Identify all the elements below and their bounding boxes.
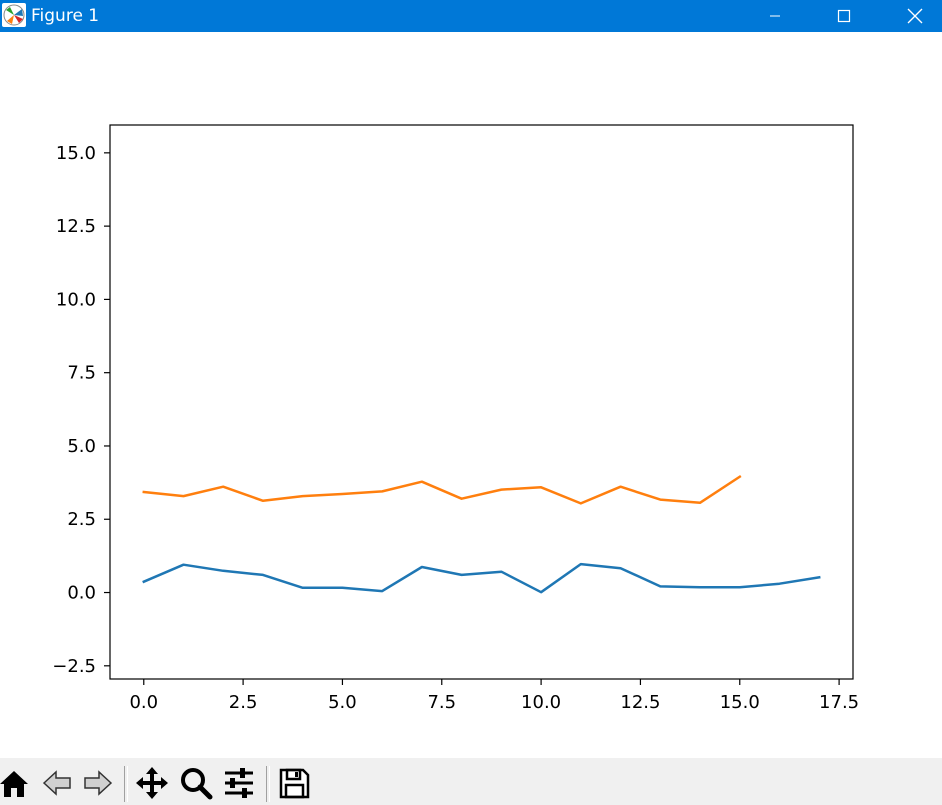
back-button[interactable] xyxy=(37,763,77,803)
y-tick-label: 10.0 xyxy=(56,289,96,310)
matplotlib-figure-icon xyxy=(2,3,26,27)
y-tick-label: 15.0 xyxy=(56,143,96,164)
figure-canvas[interactable]: 0.0 2.5 5.0 7.5 10.0 12.5 15.0 17.5 −2.5 0.0 2.5 5.… xyxy=(0,38,942,758)
sliders-icon xyxy=(225,768,253,798)
window-title: Figure 1 xyxy=(31,6,100,26)
series-line-1 xyxy=(142,474,742,505)
move-icon xyxy=(136,767,168,799)
maximize-button[interactable] xyxy=(821,0,867,32)
maximize-icon xyxy=(837,9,851,23)
x-tick-label: 12.5 xyxy=(620,692,660,713)
toolbar-separator xyxy=(124,766,128,802)
close-icon xyxy=(907,8,923,24)
x-tick-label: 17.5 xyxy=(819,692,859,713)
x-tick-label: 0.0 xyxy=(129,692,158,713)
y-tick-label: 7.5 xyxy=(67,363,96,384)
x-tick-label: 2.5 xyxy=(229,692,258,713)
back-arrow-icon xyxy=(42,770,71,796)
x-tick-label: 7.5 xyxy=(427,692,456,713)
x-tick-label: 15.0 xyxy=(720,692,760,713)
toolbar-separator xyxy=(266,766,270,802)
line-chart: 0.0 2.5 5.0 7.5 10.0 12.5 15.0 17.5 −2.5 0.0 2.5 5.… xyxy=(52,124,859,713)
axes-frame xyxy=(109,124,854,680)
zoom-icon xyxy=(181,768,213,800)
home-button[interactable] xyxy=(0,763,34,803)
y-tick-label: 0.0 xyxy=(67,583,96,604)
x-tick-label: 5.0 xyxy=(328,692,357,713)
zoom-button[interactable] xyxy=(176,763,216,803)
save-icon xyxy=(279,768,310,799)
series-line-0 xyxy=(142,562,821,594)
window-titlebar: Figure 1 xyxy=(0,0,942,32)
y-tick-label: 2.5 xyxy=(67,509,96,530)
home-icon xyxy=(0,771,28,797)
save-button[interactable] xyxy=(274,763,314,803)
y-tick-label: 5.0 xyxy=(67,436,96,457)
y-tick-label: −2.5 xyxy=(52,656,96,677)
y-tick-label: 12.5 xyxy=(56,216,96,237)
minimize-button[interactable] xyxy=(752,0,798,32)
navigation-toolbar xyxy=(0,758,942,805)
forward-arrow-icon xyxy=(84,770,113,796)
pan-button[interactable] xyxy=(132,763,172,803)
close-button[interactable] xyxy=(892,0,938,32)
minimize-icon xyxy=(770,15,780,17)
x-tick-label: 10.0 xyxy=(521,692,561,713)
forward-button[interactable] xyxy=(78,763,118,803)
configure-subplots-button[interactable] xyxy=(219,763,259,803)
